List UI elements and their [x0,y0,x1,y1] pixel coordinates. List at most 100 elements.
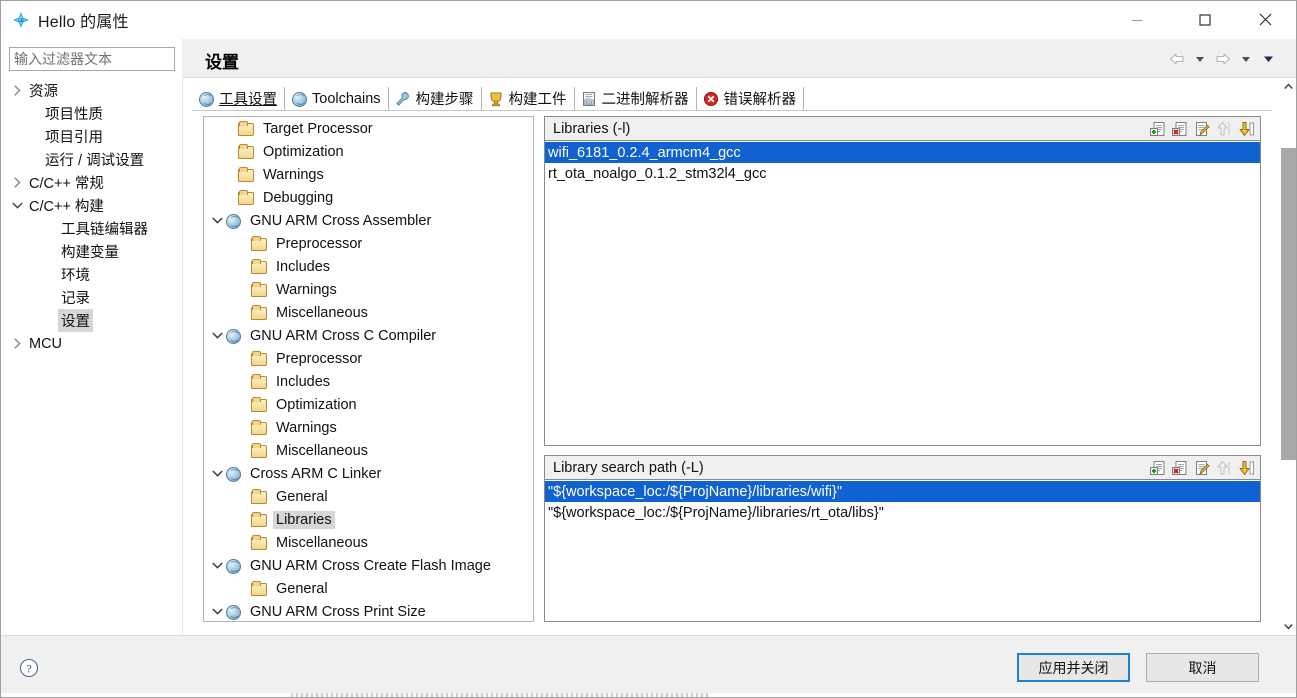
libraries-panel-header: Libraries (-l) [545,117,1260,141]
sidebar-item-7[interactable]: 构建变量 [1,240,182,263]
chevron-right-icon[interactable] [9,177,26,188]
sidebar-item-0[interactable]: 资源 [1,79,182,102]
move-down-icon[interactable] [1236,458,1255,477]
tool-option-14[interactable]: Miscellaneous [204,439,533,462]
tab-2[interactable]: 构建步骤 [388,87,482,110]
sidebar-item-9[interactable]: 记录 [1,286,182,309]
page-vertical-scrollbar[interactable] [1279,78,1296,635]
chevron-down-icon[interactable] [209,561,225,570]
tool-option-20[interactable]: General [204,577,533,600]
back-history-chevron-down-icon[interactable] [1188,48,1211,70]
move-down-icon[interactable] [1236,119,1255,138]
minimize-button[interactable] [1114,1,1160,38]
close-button[interactable] [1242,1,1288,38]
forward-button[interactable] [1211,48,1234,70]
settings-tabbar[interactable]: 工具设置 Toolchains 构建步骤 构建工件 010 二进制解析器 错误解析器 [192,87,1272,110]
move-up-icon[interactable] [1214,458,1233,477]
tool-option-16[interactable]: General [204,485,533,508]
sidebar-item-4[interactable]: C/C++ 常规 [1,171,182,194]
scroll-up-arrow-icon[interactable] [1280,78,1296,95]
sidebar-item-8[interactable]: 环境 [1,263,182,286]
tool-option-label: Optimization [263,143,344,160]
tab-4[interactable]: 010 二进制解析器 [574,87,697,110]
library-search-path-list[interactable]: "${workspace_loc:/${ProjName}/libraries/… [545,481,1260,621]
sidebar-item-1[interactable]: 项目性质 [1,102,182,125]
sidebar-item-2[interactable]: 项目引用 [1,125,182,148]
tab-1[interactable]: Toolchains [285,87,389,110]
sidebar-item-5[interactable]: C/C++ 构建 [1,194,182,217]
folder-icon [251,443,268,459]
tool-option-8[interactable]: Miscellaneous [204,301,533,324]
tool-option-label: Miscellaneous [276,442,368,459]
scrollbar-thumb[interactable] [1281,148,1296,460]
tab-3[interactable]: 构建工件 [481,87,575,110]
chevron-down-icon[interactable] [209,331,225,340]
chevron-down-icon[interactable] [9,201,26,210]
back-button[interactable] [1165,48,1188,70]
tool-option-18[interactable]: Miscellaneous [204,531,533,554]
tool-option-11[interactable]: Includes [204,370,533,393]
delete-icon[interactable] [1170,458,1189,477]
tool-option-1[interactable]: Optimization [204,140,533,163]
forward-history-chevron-down-icon[interactable] [1234,48,1257,70]
tool-option-7[interactable]: Warnings [204,278,533,301]
tool-option-label: Warnings [276,419,337,436]
dialog-body: 资源项目性质项目引用运行 / 调试设置 C/C++ 常规 C/C++ 构建工具链编辑… [1,39,1296,635]
edit-icon[interactable] [1192,458,1211,477]
sidebar-item-10[interactable]: 设置 [1,309,182,332]
sidebar-item-label: 资源 [29,84,58,100]
sidebar-item-3[interactable]: 运行 / 调试设置 [1,148,182,171]
tool-option-5[interactable]: Preprocessor [204,232,533,255]
tool-option-label: Target Processor [263,120,373,137]
folder-icon [251,489,268,505]
cancel-button[interactable]: 取消 [1146,653,1259,682]
tool-option-17[interactable]: Libraries [204,508,533,531]
tab-0[interactable]: 工具设置 [192,87,285,110]
tool-option-0[interactable]: Target Processor [204,117,533,140]
tool-option-10[interactable]: Preprocessor [204,347,533,370]
list-item[interactable]: wifi_6181_0.2.4_armcm4_gcc [545,142,1260,163]
tool-option-label: Includes [276,258,331,275]
tool-option-9[interactable]: GNU ARM Cross C Compiler [204,324,533,347]
sidebar-item-11[interactable]: MCU [1,332,182,355]
tool-option-3[interactable]: Debugging [204,186,533,209]
list-item[interactable]: "${workspace_loc:/${ProjName}/libraries/… [545,481,1260,502]
tool-option-label: Preprocessor [276,235,363,252]
add-icon[interactable] [1148,119,1167,138]
tool-option-15[interactable]: Cross ARM C Linker [204,462,533,485]
sidebar-item-label: 环境 [61,268,90,284]
tool-option-21[interactable]: GNU ARM Cross Print Size [204,600,533,621]
filter-input[interactable] [9,47,175,71]
tool-option-12[interactable]: Optimization [204,393,533,416]
maximize-button[interactable] [1182,1,1228,38]
scroll-down-arrow-icon[interactable] [1280,618,1296,635]
view-menu-chevron-down-icon[interactable] [1257,48,1280,70]
tool-option-label: Optimization [276,396,357,413]
chevron-down-icon[interactable] [209,469,225,478]
tool-option-19[interactable]: GNU ARM Cross Create Flash Image [204,554,533,577]
sidebar-item-6[interactable]: 工具链编辑器 [1,217,182,240]
library-search-path-panel: Library search path (-L) "${workspace_lo… [544,455,1261,622]
page-content: 工具设置 Toolchains 构建步骤 构建工件 010 二进制解析器 错误解析器 Tar… [183,78,1296,635]
edit-icon[interactable] [1192,119,1211,138]
tool-option-2[interactable]: Warnings [204,163,533,186]
list-item[interactable]: "${workspace_loc:/${ProjName}/libraries/… [545,502,1260,523]
tool-option-label: Preprocessor [276,350,363,367]
add-icon[interactable] [1148,458,1167,477]
chevron-right-icon[interactable] [9,338,26,349]
chevron-right-icon[interactable] [9,85,26,96]
libraries-list[interactable]: wifi_6181_0.2.4_armcm4_gcc rt_ota_noalgo_… [545,142,1260,445]
chevron-down-icon[interactable] [209,607,225,616]
apply-and-close-button[interactable]: 应用并关闭 [1017,653,1130,682]
tool-option-4[interactable]: GNU ARM Cross Assembler [204,209,533,232]
chevron-down-icon[interactable] [209,216,225,225]
delete-icon[interactable] [1170,119,1189,138]
help-icon[interactable]: ? [18,657,40,679]
move-up-icon[interactable] [1214,119,1233,138]
tab-5[interactable]: 错误解析器 [696,87,805,110]
list-item[interactable]: rt_ota_noalgo_0.1.2_stm32l4_gcc [545,163,1260,184]
sidebar-tree[interactable]: 资源项目性质 项目引用 运行 / 调试设置 C/C++ 常规 C/C++ 构建 工具链编辑… [1,79,182,635]
tool-option-6[interactable]: Includes [204,255,533,278]
tool-options-tree[interactable]: Target Processor Optimization Warnings Debu… [203,116,534,622]
tool-option-13[interactable]: Warnings [204,416,533,439]
